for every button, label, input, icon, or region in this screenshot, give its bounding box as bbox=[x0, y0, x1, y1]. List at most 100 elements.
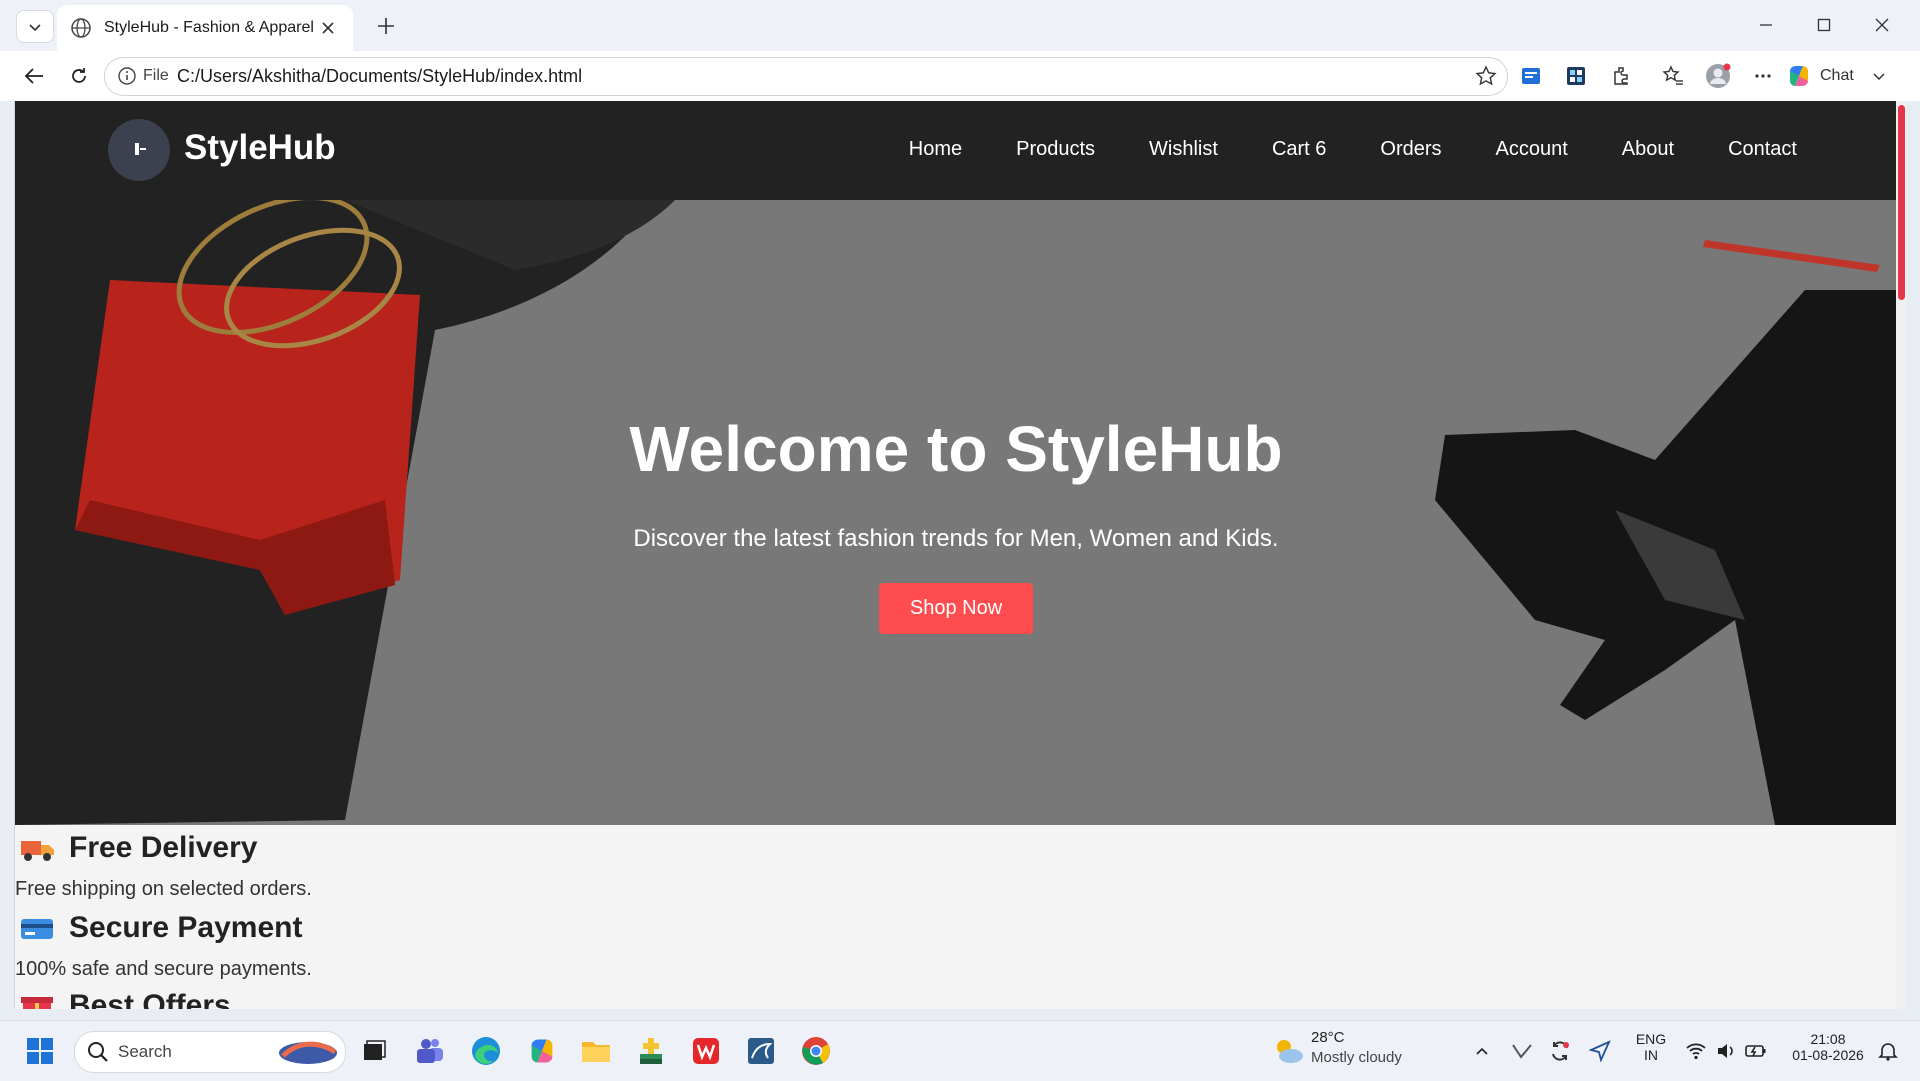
tab-list-button[interactable] bbox=[16, 10, 54, 43]
file-explorer-app[interactable] bbox=[578, 1033, 614, 1069]
edge-icon bbox=[472, 1037, 500, 1065]
show-hidden-icons-button[interactable] bbox=[1464, 1033, 1500, 1069]
favorites-list-icon bbox=[1662, 65, 1683, 85]
more-options-button[interactable] bbox=[1746, 60, 1780, 92]
clock-date: 01-08-2026 bbox=[1792, 1047, 1864, 1063]
nav-orders[interactable]: Orders bbox=[1380, 138, 1441, 161]
screen-capture-icon bbox=[1522, 68, 1540, 84]
speaker-icon bbox=[1718, 1044, 1733, 1058]
more-dots-icon bbox=[1755, 74, 1771, 78]
task-view-button[interactable] bbox=[356, 1033, 392, 1069]
weather-widget[interactable] bbox=[1270, 1033, 1306, 1069]
weather-temperature: 28°C bbox=[1311, 1029, 1345, 1046]
browser-tab-active[interactable]: StyleHub - Fashion & Apparel bbox=[57, 5, 353, 51]
favorites-button[interactable] bbox=[1656, 60, 1690, 92]
close-window-button[interactable] bbox=[1862, 10, 1902, 40]
battery-status[interactable] bbox=[1738, 1033, 1774, 1069]
nav-products[interactable]: Products bbox=[1016, 138, 1095, 161]
puzzle-icon bbox=[1614, 67, 1628, 85]
tray-location[interactable] bbox=[1582, 1033, 1618, 1069]
favorite-star-icon[interactable] bbox=[1475, 65, 1497, 87]
maximize-button[interactable] bbox=[1804, 10, 1844, 40]
language-indicator[interactable]: ENG IN bbox=[1627, 1031, 1675, 1063]
language-code: ENG bbox=[1635, 1031, 1667, 1047]
minimize-icon bbox=[1760, 24, 1772, 26]
folder-icon bbox=[582, 1042, 610, 1062]
teams-icon bbox=[417, 1039, 443, 1063]
nav-about[interactable]: About bbox=[1622, 138, 1674, 161]
sync-icon bbox=[1552, 1041, 1569, 1061]
nav-cart[interactable]: Cart 6 bbox=[1272, 138, 1326, 161]
chrome-icon bbox=[802, 1037, 830, 1065]
refresh-button[interactable] bbox=[62, 60, 96, 92]
scrollbar-thumb[interactable] bbox=[1898, 105, 1905, 300]
nav-account[interactable]: Account bbox=[1496, 138, 1568, 161]
extensions-button[interactable] bbox=[1605, 60, 1639, 92]
vs-code-tray-icon bbox=[1512, 1044, 1532, 1059]
feature-desc-delivery: Free shipping on selected orders. bbox=[15, 878, 312, 900]
shop-now-button[interactable]: Shop Now bbox=[879, 583, 1033, 634]
nav-contact[interactable]: Contact bbox=[1728, 138, 1797, 161]
hero-subtitle: Discover the latest fashion trends for M… bbox=[633, 525, 1279, 552]
page-scrollbar[interactable] bbox=[1896, 101, 1906, 1009]
region-code: IN bbox=[1644, 1047, 1658, 1063]
new-tab-button[interactable] bbox=[372, 12, 400, 40]
url-text[interactable]: C:/Users/Akshitha/Documents/StyleHub/ind… bbox=[177, 66, 582, 87]
notifications-button[interactable] bbox=[1870, 1033, 1906, 1069]
tab-title: StyleHub - Fashion & Apparel bbox=[104, 19, 314, 36]
start-button[interactable] bbox=[22, 1033, 58, 1069]
copilot-app[interactable] bbox=[524, 1033, 560, 1069]
maximize-icon bbox=[1817, 18, 1831, 32]
feature-title-payment: Secure Payment bbox=[15, 911, 302, 945]
browser-titlebar: StyleHub - Fashion & Apparel bbox=[0, 0, 1920, 51]
profile-button[interactable] bbox=[1701, 60, 1735, 92]
info-icon[interactable] bbox=[117, 66, 137, 86]
chrome-app[interactable] bbox=[798, 1033, 834, 1069]
dolphin-database-icon bbox=[748, 1038, 774, 1064]
tray-sync[interactable] bbox=[1542, 1033, 1578, 1069]
feature-title-delivery: Free Delivery bbox=[15, 831, 257, 865]
feature-title-text: Free Delivery bbox=[69, 831, 258, 864]
grid-extension-icon bbox=[1567, 67, 1585, 85]
site-logo[interactable] bbox=[108, 119, 170, 181]
cloudy-weather-icon bbox=[1277, 1040, 1303, 1063]
hanger-logo-icon bbox=[135, 143, 146, 155]
weather-description: Mostly cloudy bbox=[1311, 1049, 1402, 1066]
wps-office-app[interactable] bbox=[688, 1033, 724, 1069]
battery-charging-icon bbox=[1745, 1045, 1766, 1057]
hero-banner: Welcome to StyleHub Discover the latest … bbox=[15, 200, 1897, 825]
task-view-icon bbox=[364, 1040, 386, 1060]
search-placeholder: Search bbox=[118, 1042, 172, 1061]
clock-time: 21:08 bbox=[1810, 1031, 1846, 1047]
taskbar-search[interactable]: Search bbox=[74, 1031, 346, 1073]
chevron-down-icon bbox=[29, 23, 41, 31]
teams-app[interactable] bbox=[412, 1033, 448, 1069]
extension-button-2[interactable] bbox=[1559, 60, 1593, 92]
main-navigation: Home Products Wishlist Cart 6 Orders Acc… bbox=[855, 138, 1797, 161]
extension-button-1[interactable] bbox=[1514, 60, 1548, 92]
wps-icon bbox=[693, 1038, 719, 1064]
address-bar[interactable]: File C:/Users/Akshitha/Documents/StyleHu… bbox=[104, 57, 1508, 96]
edge-app[interactable] bbox=[468, 1033, 504, 1069]
sql-workbench-app[interactable] bbox=[743, 1033, 779, 1069]
tray-app-1[interactable] bbox=[1504, 1033, 1540, 1069]
copilot-chat-button[interactable]: Chat bbox=[1786, 58, 1908, 94]
search-icon bbox=[88, 1042, 108, 1062]
app-stack[interactable] bbox=[633, 1033, 669, 1069]
chevron-up-icon bbox=[1476, 1047, 1488, 1055]
minimize-button[interactable] bbox=[1746, 10, 1786, 40]
close-tab-icon[interactable] bbox=[317, 17, 339, 39]
site-logo-text[interactable]: StyleHub bbox=[184, 128, 336, 168]
windows-taskbar: Search 28°C Mostly cloudy ENG IN 21:08 0… bbox=[0, 1020, 1920, 1081]
feature-title-text: Best Offers bbox=[69, 989, 231, 1009]
plus-icon bbox=[378, 18, 394, 34]
back-button[interactable] bbox=[17, 60, 51, 92]
feature-desc-payment: 100% safe and secure payments. bbox=[15, 958, 312, 980]
stack-plus-icon bbox=[640, 1038, 662, 1064]
search-highlight-icon bbox=[279, 1041, 337, 1064]
delivery-truck-icon bbox=[21, 841, 54, 861]
nav-wishlist[interactable]: Wishlist bbox=[1149, 138, 1218, 161]
system-clock[interactable]: 21:08 01-08-2026 bbox=[1780, 1031, 1876, 1063]
avatar-icon bbox=[1706, 63, 1731, 88]
nav-home[interactable]: Home bbox=[909, 138, 962, 161]
